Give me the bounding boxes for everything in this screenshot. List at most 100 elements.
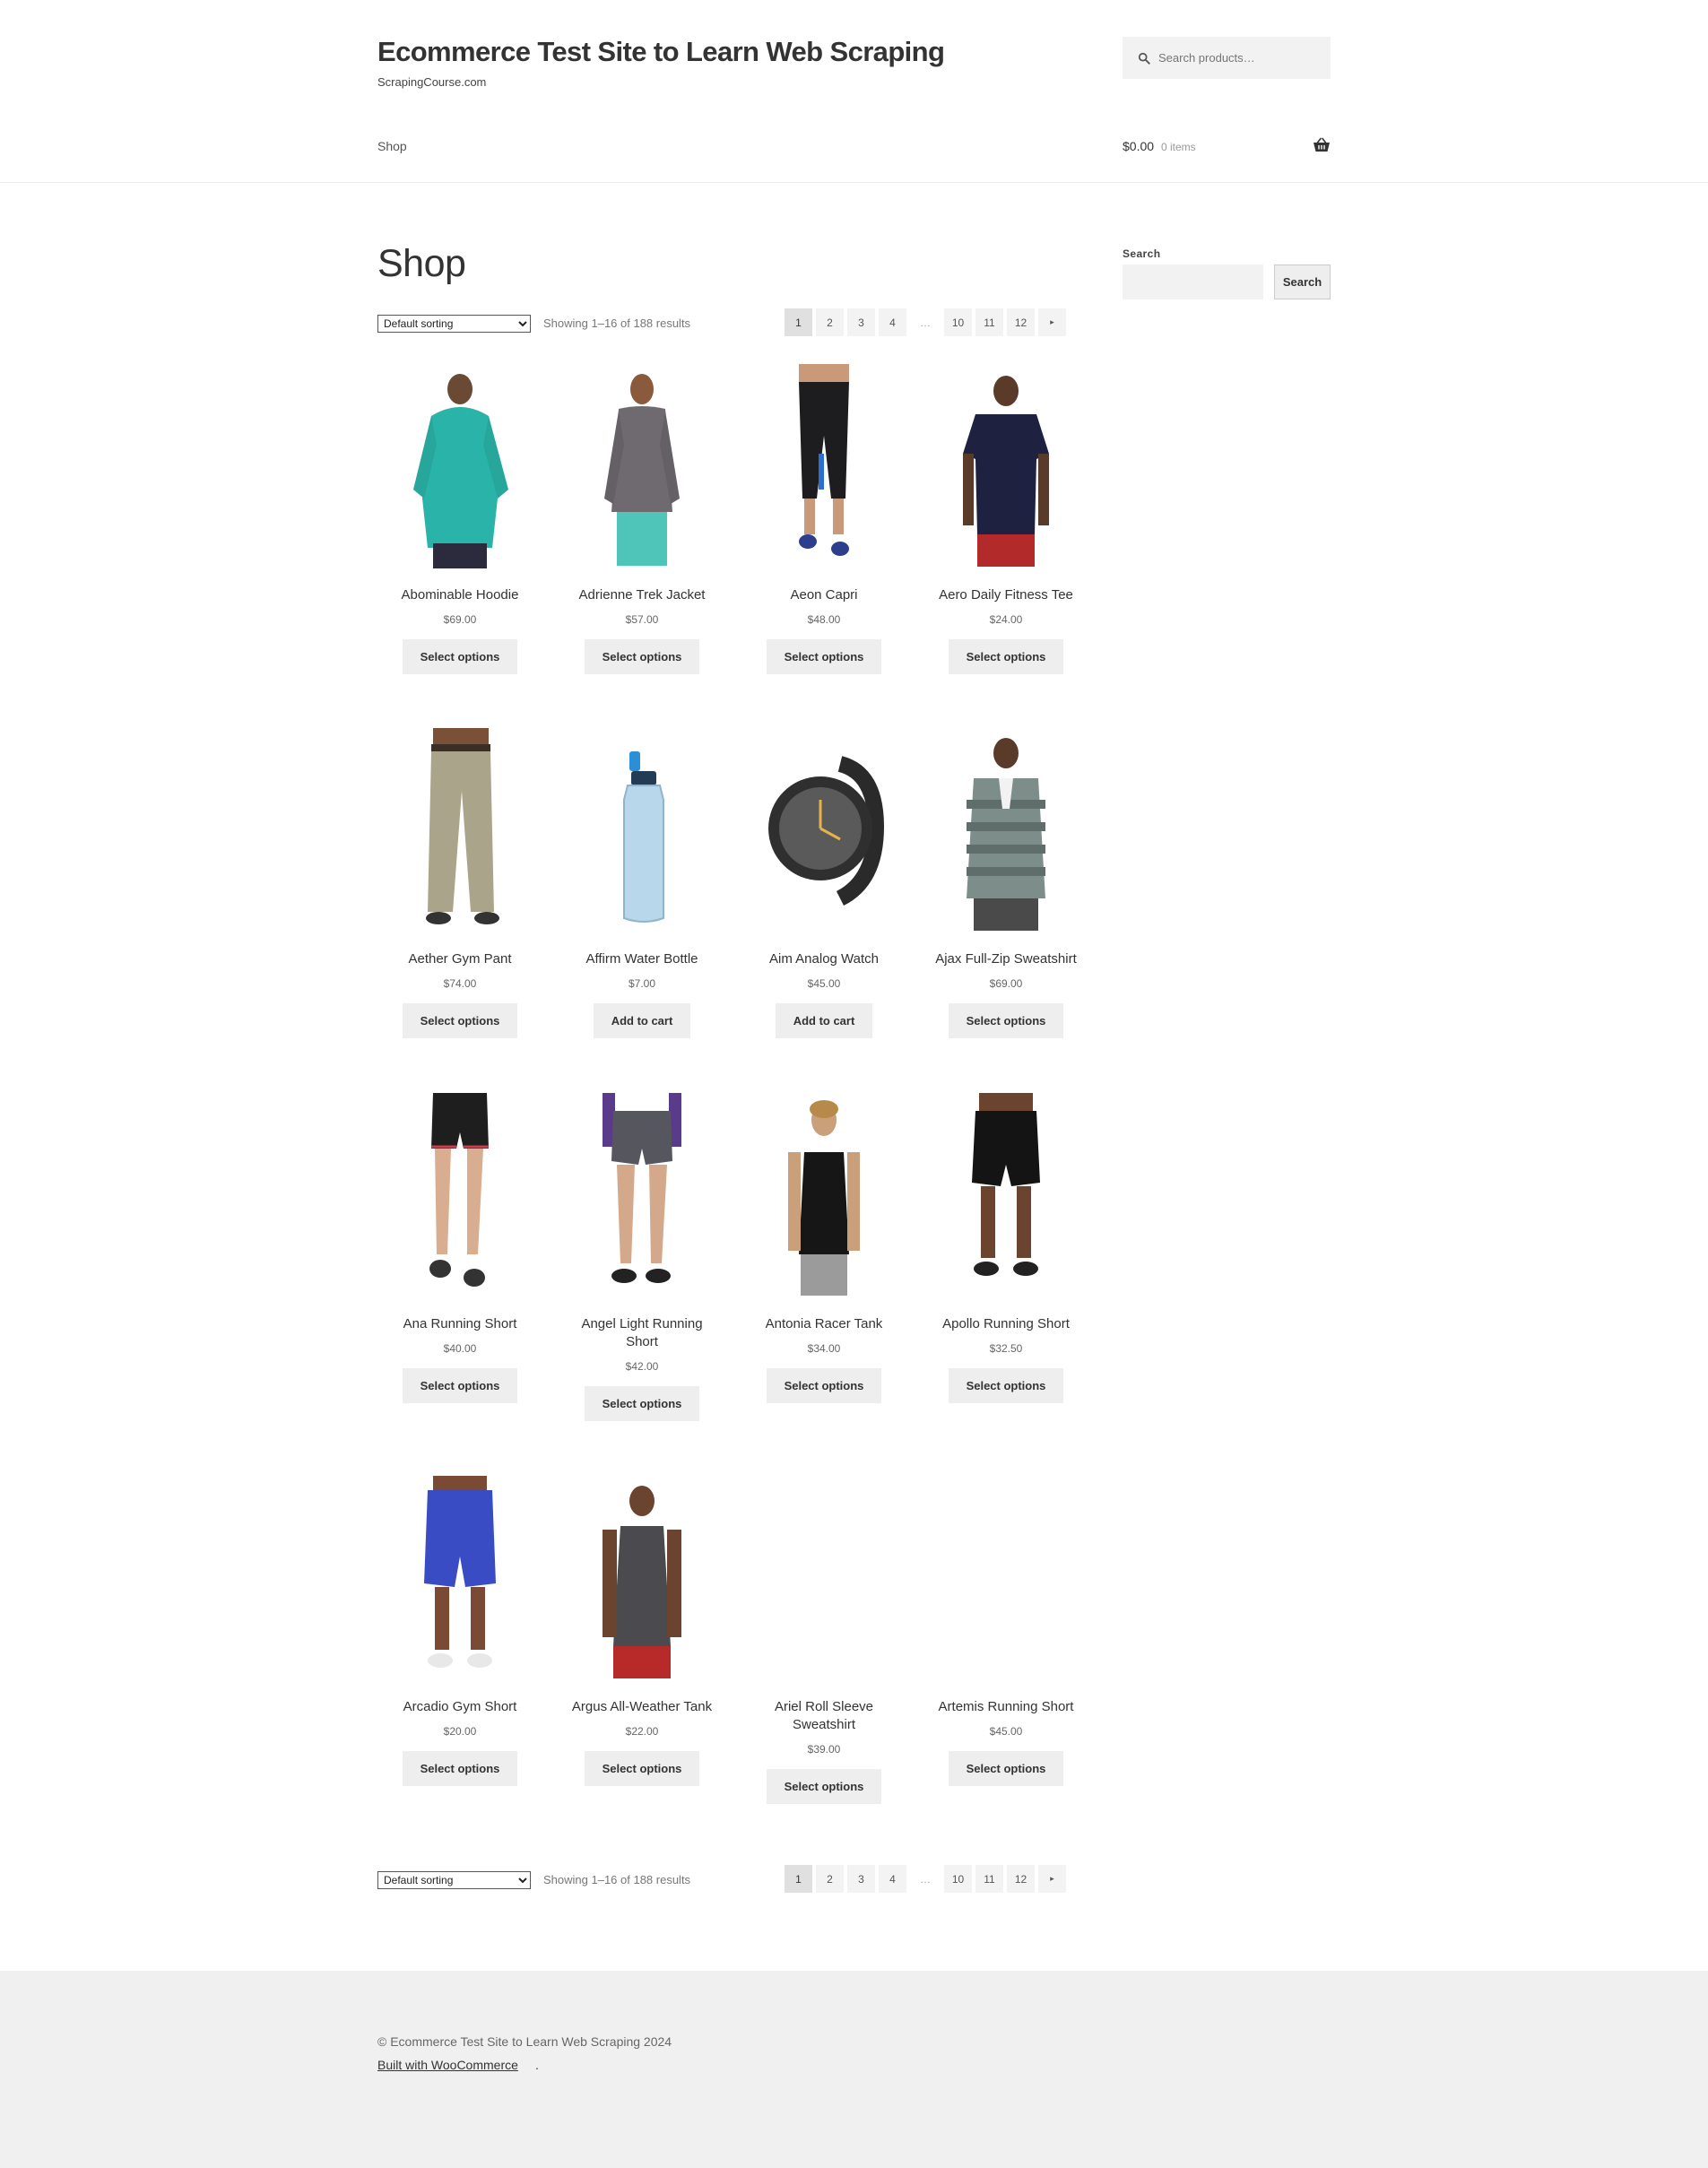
product-image[interactable]: [559, 1093, 724, 1299]
product-price: $69.00: [989, 977, 1023, 990]
product-name[interactable]: Ana Running Short: [377, 1315, 542, 1333]
product-price: $45.00: [807, 977, 841, 990]
add-to-cart-button[interactable]: Add to cart: [775, 1003, 873, 1038]
product-name[interactable]: Arcadio Gym Short: [377, 1698, 542, 1716]
product-name[interactable]: Angel Light Running Short: [559, 1315, 724, 1351]
magnifier-icon: [1138, 52, 1150, 65]
shop-toolbar-bottom: Default sorting Showing 1–16 of 188 resu…: [377, 1865, 1082, 1895]
page-4[interactable]: 4: [879, 1865, 906, 1893]
page-11[interactable]: 11: [975, 308, 1003, 336]
product-image[interactable]: [559, 1476, 724, 1682]
sidebar-search-button[interactable]: Search: [1274, 264, 1331, 299]
add-to-cart-button[interactable]: Add to cart: [593, 1003, 691, 1038]
page-3[interactable]: 3: [847, 1865, 875, 1893]
product-name[interactable]: Apollo Running Short: [923, 1315, 1088, 1333]
select-options-button[interactable]: Select options: [584, 1751, 700, 1786]
site-title[interactable]: Ecommerce Test Site to Learn Web Scrapin…: [377, 36, 945, 68]
select-options-button[interactable]: Select options: [402, 1003, 518, 1038]
page-1[interactable]: 1: [785, 308, 812, 336]
product-image[interactable]: [741, 728, 906, 934]
select-options-button[interactable]: Select options: [948, 1003, 1064, 1038]
product-price: $32.50: [989, 1342, 1023, 1355]
product-image[interactable]: [377, 728, 542, 934]
nav-shop-link[interactable]: Shop: [377, 139, 407, 153]
product-image[interactable]: [923, 1093, 1088, 1299]
site-header: Ecommerce Test Site to Learn Web Scrapin…: [0, 0, 1708, 183]
select-options-button[interactable]: Select options: [402, 1751, 518, 1786]
product-name[interactable]: Adrienne Trek Jacket: [559, 586, 724, 604]
select-options-button[interactable]: Select options: [948, 1368, 1064, 1403]
next-page-arrow-icon[interactable]: ▸: [1038, 308, 1066, 336]
select-options-button[interactable]: Select options: [766, 639, 882, 674]
select-options-button[interactable]: Select options: [948, 639, 1064, 674]
product-image[interactable]: [559, 728, 724, 934]
product-name[interactable]: Argus All-Weather Tank: [559, 1698, 724, 1716]
product-image[interactable]: [741, 1476, 906, 1682]
product-image[interactable]: [741, 364, 906, 570]
copyright-text: © Ecommerce Test Site to Learn Web Scrap…: [377, 2034, 672, 2049]
product-card: Aether Gym Pant $74.00 Select options: [377, 728, 542, 1038]
cart-amount[interactable]: $0.00: [1123, 139, 1154, 153]
product-image[interactable]: [559, 364, 724, 570]
page-12[interactable]: 12: [1007, 308, 1035, 336]
sorting-select[interactable]: Default sorting: [377, 315, 531, 333]
product-name[interactable]: Aeon Capri: [741, 586, 906, 604]
product-name[interactable]: Artemis Running Short: [923, 1698, 1088, 1716]
select-options-button[interactable]: Select options: [766, 1769, 882, 1804]
product-image[interactable]: [923, 728, 1088, 934]
built-with-period: .: [535, 2058, 539, 2072]
product-name[interactable]: Aim Analog Watch: [741, 950, 906, 968]
product-name[interactable]: Ajax Full-Zip Sweatshirt: [923, 950, 1088, 968]
sorting-select[interactable]: Default sorting: [377, 1871, 531, 1889]
product-name[interactable]: Aether Gym Pant: [377, 950, 542, 968]
teal-hoodie-image: [413, 374, 508, 568]
blue-gym-short-image: [424, 1476, 496, 1668]
product-price: $69.00: [443, 613, 477, 626]
product-image[interactable]: [923, 1476, 1088, 1682]
page-10[interactable]: 10: [944, 1865, 972, 1893]
basket-icon[interactable]: [1313, 137, 1331, 153]
page-title: Shop: [377, 242, 466, 285]
product-image[interactable]: [741, 1093, 906, 1299]
product-card: Ana Running Short $40.00 Select options: [377, 1093, 542, 1403]
cart-item-count[interactable]: 0 items: [1161, 141, 1196, 153]
product-name[interactable]: Antonia Racer Tank: [741, 1315, 906, 1333]
product-name[interactable]: Aero Daily Fitness Tee: [923, 586, 1088, 604]
product-card: Argus All-Weather Tank $22.00 Select opt…: [559, 1476, 724, 1786]
select-options-button[interactable]: Select options: [402, 1368, 518, 1403]
select-options-button[interactable]: Select options: [948, 1751, 1064, 1786]
site-footer: © Ecommerce Test Site to Learn Web Scrap…: [0, 1971, 1708, 2168]
page-11[interactable]: 11: [975, 1865, 1003, 1893]
product-search-input[interactable]: [1158, 51, 1320, 65]
page-4[interactable]: 4: [879, 308, 906, 336]
product-name[interactable]: Abominable Hoodie: [377, 586, 542, 604]
select-options-button[interactable]: Select options: [584, 639, 700, 674]
product-name[interactable]: Affirm Water Bottle: [559, 950, 724, 968]
built-with-woocommerce-link[interactable]: Built with WooCommerce: [377, 2058, 518, 2072]
product-image[interactable]: [923, 364, 1088, 570]
light-running-short-image: [603, 1093, 681, 1283]
product-image[interactable]: [377, 1476, 542, 1682]
page-3[interactable]: 3: [847, 308, 875, 336]
product-card: Apollo Running Short $32.50 Select optio…: [923, 1093, 1088, 1403]
select-options-button[interactable]: Select options: [584, 1386, 700, 1421]
result-count: Showing 1–16 of 188 results: [543, 1873, 691, 1886]
select-options-button[interactable]: Select options: [402, 639, 518, 674]
page-2[interactable]: 2: [816, 308, 844, 336]
page-1[interactable]: 1: [785, 1865, 812, 1893]
page-12[interactable]: 12: [1007, 1865, 1035, 1893]
page-10[interactable]: 10: [944, 308, 972, 336]
product-card: Ajax Full-Zip Sweatshirt $69.00 Select o…: [923, 728, 1088, 1038]
select-options-button[interactable]: Select options: [766, 1368, 882, 1403]
next-page-arrow-icon[interactable]: ▸: [1038, 1865, 1066, 1893]
black-short-image: [972, 1093, 1040, 1276]
product-image[interactable]: [377, 1093, 542, 1299]
product-image[interactable]: [377, 364, 542, 570]
product-search-box[interactable]: [1123, 37, 1331, 79]
product-name[interactable]: Ariel Roll Sleeve Sweatshirt: [741, 1698, 906, 1734]
sidebar-search-input[interactable]: [1123, 264, 1263, 299]
pagination: 1 2 3 4 … 10 11 12 ▸: [785, 1865, 1070, 1893]
page-2[interactable]: 2: [816, 1865, 844, 1893]
navy-tee-image: [963, 376, 1049, 567]
black-capri-image: [799, 364, 849, 556]
